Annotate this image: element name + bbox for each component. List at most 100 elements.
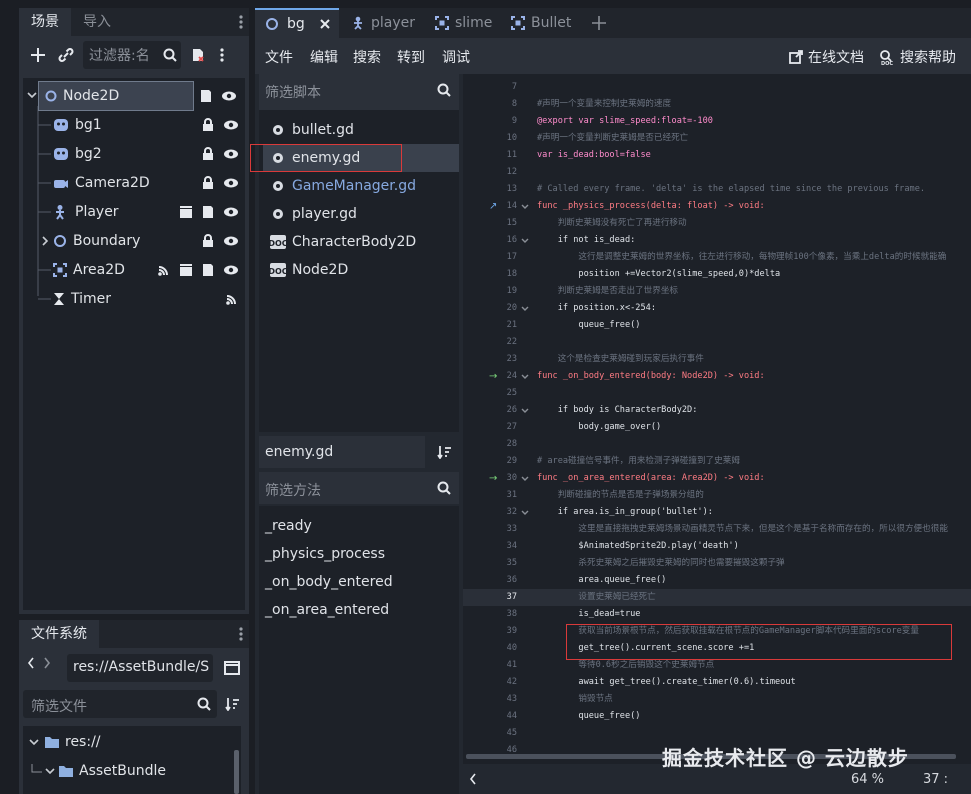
code-line[interactable]: 17 这行是调整史莱姆的世界坐标，往左进行移动，每物理帧100个像素，当乘上de… bbox=[463, 249, 971, 266]
lock-icon[interactable] bbox=[201, 234, 215, 248]
code-line[interactable]: 27 body.game_over() bbox=[463, 419, 971, 436]
tab-scene[interactable]: 场景 bbox=[19, 8, 71, 36]
visibility-eye-icon[interactable] bbox=[223, 234, 239, 248]
visibility-eye-icon[interactable] bbox=[221, 88, 237, 104]
code-line[interactable]: 44 queue_free() bbox=[463, 708, 971, 725]
code-line[interactable]: 12 bbox=[463, 164, 971, 181]
tab-player[interactable]: player bbox=[351, 8, 415, 38]
script-item-bullet[interactable]: bullet.gd bbox=[263, 116, 459, 144]
method-item[interactable]: _on_area_entered bbox=[265, 596, 461, 624]
more-icon[interactable] bbox=[215, 44, 229, 66]
code-line[interactable]: 43 销毁节点 bbox=[463, 691, 971, 708]
filesystem-title[interactable]: 文件系统 bbox=[19, 620, 99, 648]
code-editor[interactable]: 7 8 #声明一个变量来控制史莱姆的速度 9 @export var slime_spe… bbox=[463, 74, 971, 794]
code-line[interactable]: 10 #声明一个变量判断史莱姆是否已经死亡 bbox=[463, 130, 971, 147]
code-line[interactable]: 36 area.queue_free() bbox=[463, 572, 971, 589]
code-line[interactable]: 30 func _on_area_entered(area: Area2D) ->… bbox=[463, 470, 971, 487]
tree-node-boundary[interactable]: Boundary bbox=[53, 227, 245, 255]
code-line[interactable]: 11 var is_dead:bool=false bbox=[463, 147, 971, 164]
code-line[interactable]: 8 #声明一个变量来控制史莱姆的速度 bbox=[463, 96, 971, 113]
code-line[interactable]: 20 if position.x<-254: bbox=[463, 300, 971, 317]
code-line[interactable]: 19 判断史莱姆是否走出了世界坐标 bbox=[463, 283, 971, 300]
menu-debug[interactable]: 调试 bbox=[442, 47, 470, 67]
code-line[interactable]: 28 bbox=[463, 436, 971, 453]
tree-node-bg2[interactable]: bg2 bbox=[53, 140, 245, 168]
code-line[interactable]: 18 position +=Vector2(slime_speed,0)*del… bbox=[463, 266, 971, 283]
script-item-gamemanager[interactable]: GameManager.gd bbox=[263, 172, 459, 200]
fold-arrow-icon[interactable] bbox=[521, 305, 529, 313]
search-help-button[interactable]: DOC 搜索帮助 bbox=[879, 47, 956, 67]
code-line[interactable]: 29 # area碰撞信号事件，用来检测子弹碰撞到了史莱姆 bbox=[463, 453, 971, 470]
expand-arrow-icon[interactable] bbox=[41, 236, 49, 246]
code-line[interactable]: 45 bbox=[463, 725, 971, 742]
method-item[interactable]: _ready bbox=[265, 512, 461, 540]
signal-icon[interactable] bbox=[157, 263, 171, 277]
code-line[interactable]: 22 bbox=[463, 334, 971, 351]
script-filter-input[interactable]: 筛选脚本 bbox=[259, 74, 459, 106]
file-filter-input[interactable]: 筛选文件 bbox=[23, 690, 217, 718]
dock-menu-icon[interactable] bbox=[239, 626, 243, 642]
visibility-eye-icon[interactable] bbox=[223, 176, 239, 190]
code-line[interactable]: 38 is_dead=true bbox=[463, 606, 971, 623]
code-line[interactable]: 21 queue_free() bbox=[463, 317, 971, 334]
fold-arrow-icon[interactable] bbox=[521, 509, 529, 517]
tree-node-node2d[interactable]: Node2D bbox=[38, 81, 194, 111]
dock-menu-icon[interactable] bbox=[239, 14, 243, 30]
collapse-arrow-icon[interactable] bbox=[27, 90, 37, 100]
gutter-signal-icon[interactable]: → bbox=[489, 470, 497, 487]
forward-arrow-icon[interactable] bbox=[43, 656, 51, 670]
doc-item-characterbody2d[interactable]: DOC CharacterBody2D bbox=[263, 228, 459, 256]
visibility-eye-icon[interactable] bbox=[223, 263, 239, 277]
script-icon[interactable] bbox=[201, 263, 215, 277]
fold-arrow-icon[interactable] bbox=[521, 373, 529, 381]
tab-bullet[interactable]: Bullet bbox=[511, 8, 571, 38]
fold-arrow-icon[interactable] bbox=[521, 237, 529, 245]
visibility-eye-icon[interactable] bbox=[223, 147, 239, 161]
method-filter-input[interactable]: 筛选方法 bbox=[259, 472, 459, 504]
method-item[interactable]: _physics_process bbox=[265, 540, 461, 568]
zoom-level[interactable]: 64 % bbox=[851, 772, 884, 787]
code-line[interactable]: 15 判断史莱姆没有死亡了再进行移动 bbox=[463, 215, 971, 232]
method-item[interactable]: _on_body_entered bbox=[265, 568, 461, 596]
script-icon[interactable] bbox=[199, 88, 213, 104]
tree-node-player[interactable]: Player bbox=[53, 198, 245, 226]
menu-goto[interactable]: 转到 bbox=[397, 47, 425, 67]
sort-icon[interactable] bbox=[225, 697, 239, 711]
code-line[interactable]: 16 if not is_dead: bbox=[463, 232, 971, 249]
doc-item-node2d[interactable]: DOC Node2D bbox=[263, 256, 459, 284]
code-line[interactable]: 13 # Called every frame. 'delta' is the e… bbox=[463, 181, 971, 198]
visibility-eye-icon[interactable] bbox=[223, 118, 239, 132]
tab-import[interactable]: 导入 bbox=[71, 8, 123, 36]
file-item-res[interactable]: res:// bbox=[23, 728, 233, 756]
sort-icon[interactable] bbox=[437, 445, 451, 459]
tab-slime[interactable]: slime bbox=[435, 8, 492, 38]
visibility-eye-icon[interactable] bbox=[223, 205, 239, 219]
fold-arrow-icon[interactable] bbox=[521, 475, 529, 483]
lock-icon[interactable] bbox=[201, 118, 215, 132]
menu-file[interactable]: 文件 bbox=[265, 47, 293, 67]
attach-script-icon[interactable] bbox=[187, 44, 209, 66]
tree-node-bg1[interactable]: bg1 bbox=[53, 111, 245, 139]
scrollbar[interactable] bbox=[234, 750, 239, 794]
toggle-panel-arrow-icon[interactable] bbox=[469, 772, 477, 786]
tree-node-camera2d[interactable]: Camera2D bbox=[53, 169, 245, 197]
code-line[interactable]: 26 if body is CharacterBody2D: bbox=[463, 402, 971, 419]
path-field[interactable]: res://AssetBundle/S bbox=[67, 654, 213, 682]
lock-icon[interactable] bbox=[201, 147, 215, 161]
menu-edit[interactable]: 编辑 bbox=[310, 47, 338, 67]
code-line[interactable]: 34 $AnimatedSprite2D.play('death') bbox=[463, 538, 971, 555]
code-line[interactable]: 32 if area.is_in_group('bullet'): bbox=[463, 504, 971, 521]
signal-icon[interactable] bbox=[225, 292, 239, 306]
scene-instance-icon[interactable] bbox=[179, 205, 193, 219]
split-view-icon[interactable] bbox=[224, 660, 240, 676]
code-line[interactable]: 35 杀死史莱姆之后摧毁史莱姆的同时也需要摧毁这颗子弹 bbox=[463, 555, 971, 572]
scene-filter-input[interactable]: 过滤器:名 bbox=[83, 41, 181, 69]
gutter-signal-icon[interactable]: → bbox=[489, 368, 497, 385]
script-item-player[interactable]: player.gd bbox=[263, 200, 459, 228]
link-icon[interactable] bbox=[55, 44, 77, 66]
code-line[interactable]: 33 这里是直接拖拽史莱姆场景动画精灵节点下来，但是这个是基于名称而存在的，所以… bbox=[463, 521, 971, 538]
code-line[interactable]: 37 设置史莱姆已经死亡 bbox=[463, 589, 971, 606]
tree-node-area2d[interactable]: Area2D bbox=[53, 256, 245, 284]
add-node-icon[interactable] bbox=[27, 44, 49, 66]
menu-search[interactable]: 搜索 bbox=[353, 47, 381, 67]
